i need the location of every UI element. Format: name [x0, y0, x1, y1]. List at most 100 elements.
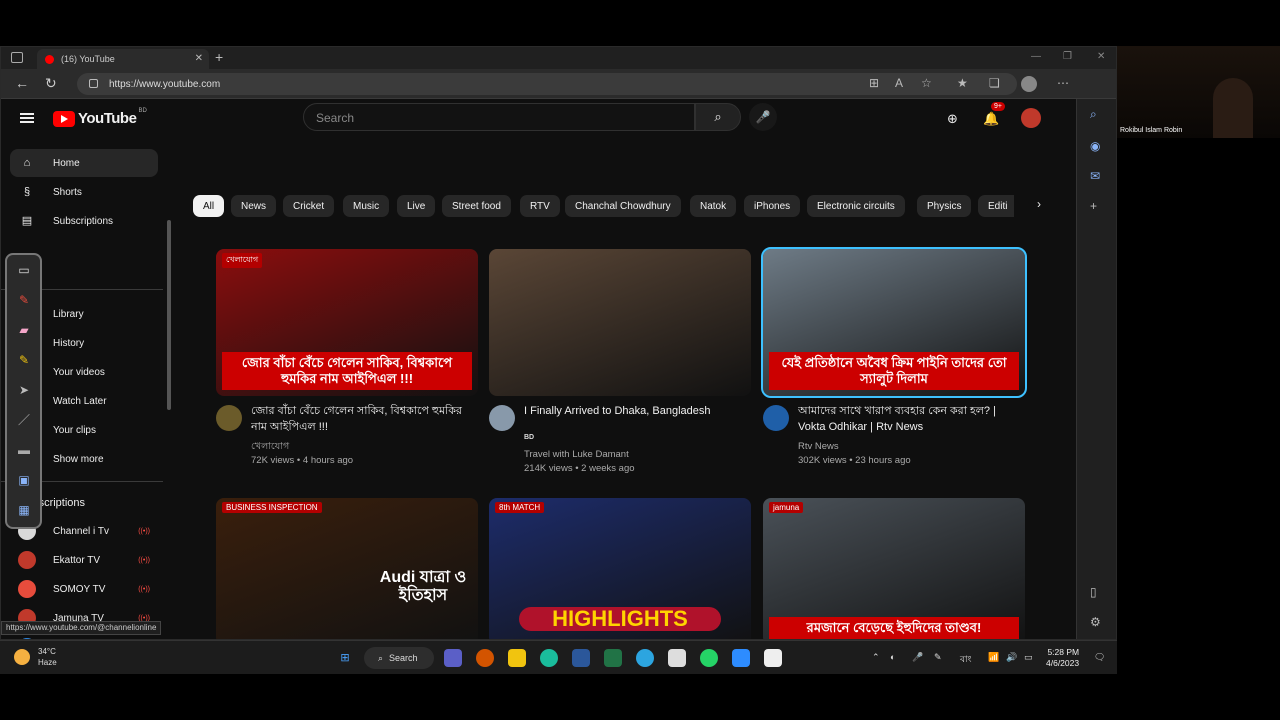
teams-icon[interactable]: [444, 649, 462, 667]
capture-icon[interactable]: ▦: [15, 503, 33, 517]
add-favorite-icon[interactable]: ☆: [921, 76, 932, 90]
favorites-icon[interactable]: ★: [957, 76, 968, 90]
whiteboard-app-icon[interactable]: [764, 649, 782, 667]
sidebar-item-home[interactable]: ⌂ Home: [10, 149, 158, 177]
chip-electronic-circuits[interactable]: Electronic circuits: [807, 195, 905, 217]
chevron-right-icon[interactable]: ›: [1037, 197, 1041, 211]
channel-name[interactable]: খেলাযোগ: [251, 440, 289, 454]
video-thumbnail[interactable]: [489, 249, 751, 396]
youtube-logo[interactable]: YouTube BD: [53, 108, 147, 127]
minimize-icon[interactable]: —: [1031, 51, 1041, 62]
account-avatar[interactable]: [1021, 108, 1041, 128]
search-sidebar-icon[interactable]: ⌕: [1090, 107, 1097, 122]
profile-avatar[interactable]: [1021, 76, 1037, 92]
notification-center-icon[interactable]: 🗨: [1094, 652, 1105, 663]
laser-icon[interactable]: ／: [15, 413, 33, 427]
chip-chanchal-chowdhury[interactable]: Chanchal Chowdhury: [565, 195, 681, 217]
chip-street-food[interactable]: Street food: [442, 195, 511, 217]
start-icon[interactable]: ⊞: [336, 649, 354, 667]
eraser-icon[interactable]: ▰: [15, 323, 33, 337]
search-input[interactable]: Search: [303, 103, 695, 131]
channel-avatar[interactable]: [489, 405, 515, 431]
refresh-icon[interactable]: ↻: [45, 75, 57, 92]
taskbar-search[interactable]: ⌕ Search: [364, 647, 434, 669]
restore-icon[interactable]: ❐: [1063, 51, 1072, 62]
video-thumbnail[interactable]: BUSINESS INSPECTION Audi যাত্রা ও ইতিহাস: [216, 498, 478, 639]
language-indicator[interactable]: বাং: [960, 652, 972, 667]
create-icon[interactable]: ⊕: [947, 111, 958, 127]
video-card[interactable]: খেলাযোগ জোর বাঁচা বেঁচে গেলেন সাকিব, বিশ্…: [216, 249, 478, 466]
screen-icon[interactable]: ▣: [15, 473, 33, 487]
video-title[interactable]: আমাদের সাথে খারাপ ব্যবহার কেন করা হল? | …: [798, 403, 1024, 435]
video-card[interactable]: BUSINESS INSPECTION Audi যাত্রা ও ইতিহাসA…: [216, 498, 478, 639]
read-aloud-icon[interactable]: A: [895, 76, 903, 90]
zoom-icon[interactable]: [732, 649, 750, 667]
chip-cricket[interactable]: Cricket: [283, 195, 335, 217]
tray-mic-icon[interactable]: 🎤: [912, 652, 923, 663]
back-icon[interactable]: ←: [15, 75, 29, 91]
settings-icon[interactable]: ⚙: [1090, 615, 1101, 629]
file-explorer-icon[interactable]: [508, 649, 526, 667]
video-thumbnail[interactable]: jamuna রমজানে বেড়েছে ইহুদিদের তাণ্ডব!: [763, 498, 1025, 639]
excel-icon[interactable]: [604, 649, 622, 667]
weather-widget[interactable]: 34°C Haze: [14, 646, 57, 668]
sidebar-toggle-icon[interactable]: ▯: [1090, 585, 1097, 599]
wifi-icon[interactable]: 📶: [988, 652, 999, 663]
whiteboard-icon[interactable]: ▭: [15, 263, 33, 277]
notepad-icon[interactable]: [668, 649, 686, 667]
battery-icon[interactable]: ▭: [1024, 652, 1033, 663]
channel-avatar[interactable]: [216, 405, 242, 431]
add-icon[interactable]: +: [1090, 199, 1097, 213]
red-pen-icon[interactable]: ✎: [15, 293, 33, 307]
tray-pen-icon[interactable]: ✎: [934, 652, 942, 663]
bell-icon[interactable]: 🔔: [983, 111, 999, 127]
channel-avatar[interactable]: [763, 405, 789, 431]
video-title[interactable]: I Finally Arrived to Dhaka, Bangladesh: [524, 403, 750, 419]
more-icon[interactable]: ⋯: [1057, 76, 1069, 90]
video-card[interactable]: I Finally Arrived to Dhaka, Bangladesh BD…: [489, 249, 751, 474]
video-card[interactable]: যেই প্রতিষ্ঠানে অবৈধ ক্রিম পাইনি তাদের ত…: [761, 247, 1027, 466]
outlook-icon[interactable]: ✉: [1090, 169, 1100, 183]
video-card[interactable]: 8th MATCHHIGHLIGHTSHighlights | IPL 2023…: [489, 498, 751, 639]
guide-scrollbar[interactable]: [167, 220, 171, 410]
clock[interactable]: 5:28 PM 4/6/2023: [1046, 647, 1079, 669]
close-window-icon[interactable]: ✕: [1097, 51, 1105, 62]
powerpoint-icon[interactable]: [476, 649, 494, 667]
close-tab-icon[interactable]: ✕: [195, 53, 203, 64]
chip-music[interactable]: Music: [343, 195, 390, 217]
chip-all[interactable]: All: [193, 195, 225, 217]
collections-icon[interactable]: ❏: [989, 76, 1000, 90]
chip-physics[interactable]: Physics: [917, 195, 972, 217]
search-button[interactable]: ⌕: [695, 103, 741, 131]
tab-actions-icon[interactable]: [11, 52, 23, 63]
voice-search-button[interactable]: 🎤: [749, 103, 777, 131]
chip-iphones[interactable]: iPhones: [744, 195, 801, 217]
tab-youtube[interactable]: (16) YouTube ✕: [37, 49, 209, 69]
chip-news[interactable]: News: [231, 195, 277, 217]
subscription-item[interactable]: Ekattor TV ((•)): [10, 546, 158, 574]
channel-name[interactable]: Rtv News: [798, 440, 839, 454]
video-thumbnail[interactable]: খেলাযোগ জোর বাঁচা বেঁচে গেলেন সাকিব, বিশ্…: [216, 249, 478, 396]
word-icon[interactable]: [572, 649, 590, 667]
sidebar-item-subscriptions[interactable]: ▤ Subscriptions: [10, 207, 158, 235]
channel-name[interactable]: Travel with Luke Damant: [524, 448, 629, 462]
chip-rtv[interactable]: RTV: [520, 195, 560, 217]
apps-icon[interactable]: ⊞: [869, 76, 879, 90]
ruler-icon[interactable]: ▬: [15, 443, 33, 457]
video-thumbnail[interactable]: 8th MATCH HIGHLIGHTS: [489, 498, 751, 639]
video-title[interactable]: জোর বাঁচা বেঁচে গেলেন সাকিব, বিশ্বকাপে হ…: [251, 403, 477, 435]
tray-app-icon[interactable]: ◐: [890, 652, 895, 662]
subscription-item[interactable]: SOMOY TV ((•)): [10, 575, 158, 603]
menu-icon[interactable]: [20, 113, 34, 123]
sidebar-item-shorts[interactable]: § Shorts: [10, 178, 158, 206]
video-card[interactable]: jamunaরমজানে বেড়েছে ইহুদিদের তাণ্ডব!পবি…: [763, 498, 1025, 639]
chip-editi[interactable]: Editi: [978, 195, 1014, 217]
copilot-icon[interactable]: ◉: [1090, 139, 1100, 153]
chip-live[interactable]: Live: [397, 195, 436, 217]
edge-icon[interactable]: [540, 649, 558, 667]
whatsapp-icon[interactable]: [700, 649, 718, 667]
chip-natok[interactable]: Natok: [690, 195, 737, 217]
telegram-icon[interactable]: [636, 649, 654, 667]
video-thumbnail[interactable]: যেই প্রতিষ্ঠানে অবৈধ ক্রিম পাইনি তাদের ত…: [761, 247, 1027, 398]
tray-overflow-icon[interactable]: ⌃: [872, 652, 880, 663]
